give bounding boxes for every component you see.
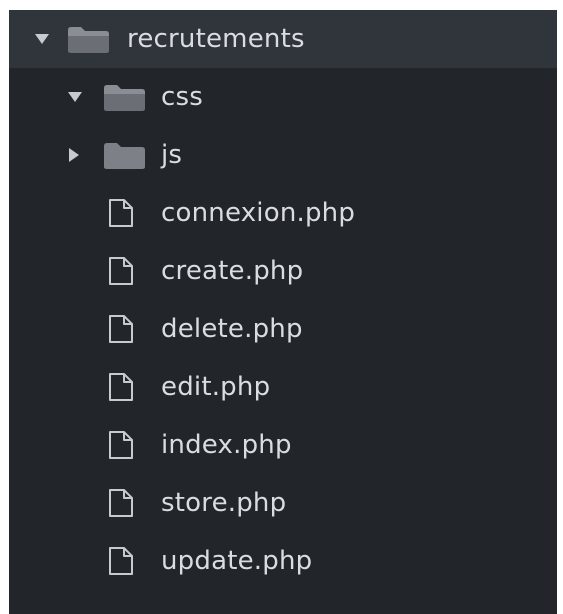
disclosure-expanded-icon[interactable]: [68, 92, 82, 102]
disclosure-expanded-icon[interactable]: [35, 34, 49, 44]
disclosure-collapsed-icon[interactable]: [69, 148, 79, 162]
folder-icon: [104, 143, 145, 169]
tree-item-label: index.php: [161, 430, 292, 460]
tree-item-label: edit.php: [161, 372, 271, 402]
tree-item-file[interactable]: create.php: [9, 242, 557, 300]
tree-item-label: connexion.php: [161, 198, 356, 228]
tree-item-label: recrutements: [127, 24, 305, 54]
tree-item-label: update.php: [161, 546, 313, 576]
tree-item-file[interactable]: connexion.php: [9, 184, 557, 242]
file-icon: [109, 199, 133, 227]
tree-item-file[interactable]: update.php: [9, 532, 557, 590]
file-icon: [109, 431, 133, 459]
file-tree-panel: recrutements css js connexion.php create…: [9, 10, 557, 614]
tree-item-css[interactable]: css: [9, 68, 557, 126]
tree-item-label: store.php: [161, 488, 287, 518]
tree-item-label: css: [161, 82, 203, 112]
tree-item-label: js: [161, 140, 183, 170]
tree-item-label: delete.php: [161, 314, 303, 344]
file-icon: [109, 547, 133, 575]
tree-item-label: create.php: [161, 256, 304, 286]
file-icon: [109, 489, 133, 517]
file-icon: [109, 373, 133, 401]
tree-item-file[interactable]: index.php: [9, 416, 557, 474]
folder-open-icon: [68, 27, 109, 53]
folder-open-icon: [104, 85, 145, 111]
tree-item-file[interactable]: store.php: [9, 474, 557, 532]
tree-item-js[interactable]: js: [9, 126, 557, 184]
file-icon: [109, 257, 133, 285]
tree-item-file[interactable]: delete.php: [9, 300, 557, 358]
tree-item-recrutements[interactable]: recrutements: [9, 10, 557, 68]
file-icon: [109, 315, 133, 343]
tree-item-file[interactable]: edit.php: [9, 358, 557, 416]
